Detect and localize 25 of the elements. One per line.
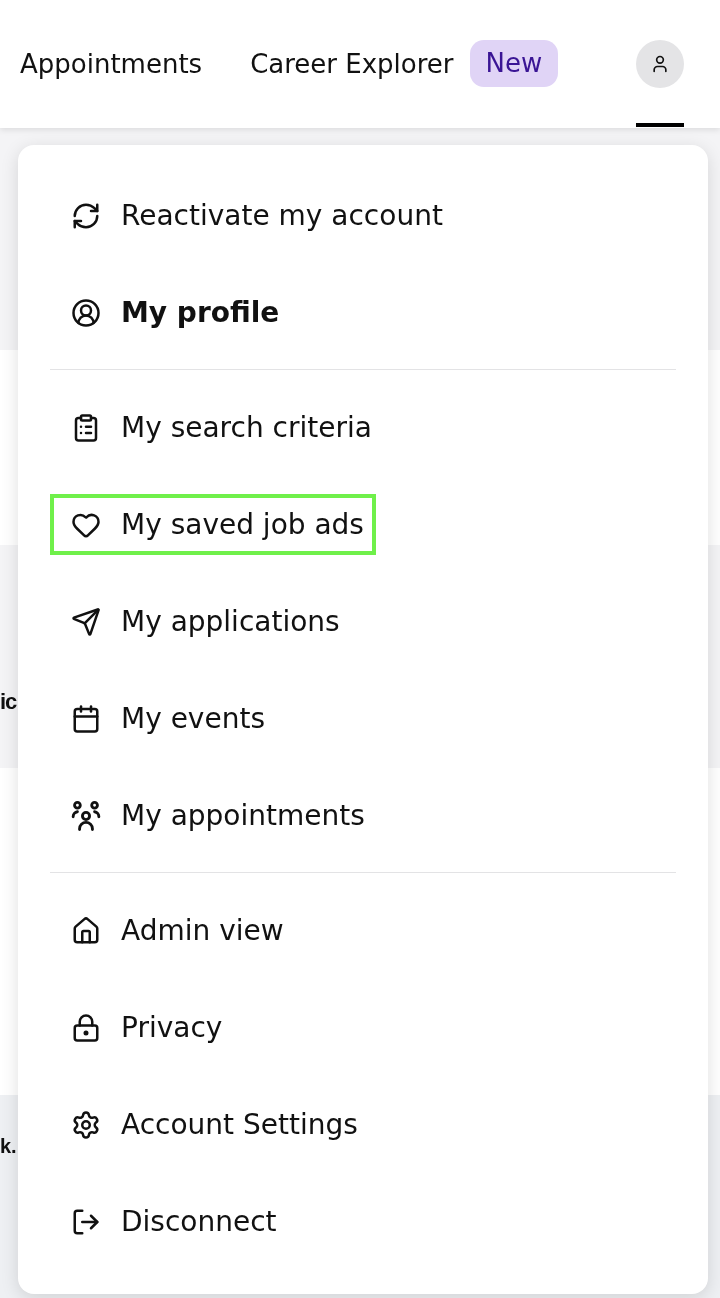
menu-item[interactable]: Reactivate my account <box>50 185 455 246</box>
lock-icon <box>71 1012 101 1043</box>
menu-item[interactable]: My appointments <box>50 785 377 846</box>
paper-plane-icon <box>71 606 101 637</box>
settings-icon <box>71 1109 101 1140</box>
user-circle-icon <box>71 297 101 328</box>
partial-heading: ic <box>0 688 17 716</box>
menu-item[interactable]: Admin view <box>50 900 296 961</box>
nav-link[interactable]: Career Explorer <box>250 45 454 82</box>
menu-item[interactable]: My saved job ads <box>50 494 376 555</box>
nav-link[interactable]: Appointments <box>20 45 203 82</box>
menu-item[interactable]: My search criteria <box>50 397 384 458</box>
menu-item[interactable]: My profile <box>50 282 292 343</box>
people-icon <box>71 800 101 831</box>
partial-text: k. <box>0 1134 17 1159</box>
menu-item[interactable]: My applications <box>50 591 352 652</box>
user-icon <box>650 53 670 74</box>
new-badge: New <box>469 40 559 87</box>
menu-item[interactable]: My events <box>50 688 277 749</box>
menu-item[interactable]: Privacy <box>50 997 235 1058</box>
menu-item[interactable]: Account Settings <box>50 1094 370 1155</box>
menu-item[interactable]: Disconnect <box>50 1191 289 1252</box>
calendar-icon <box>71 703 101 734</box>
house-icon <box>71 915 101 946</box>
account-button[interactable] <box>636 39 684 88</box>
